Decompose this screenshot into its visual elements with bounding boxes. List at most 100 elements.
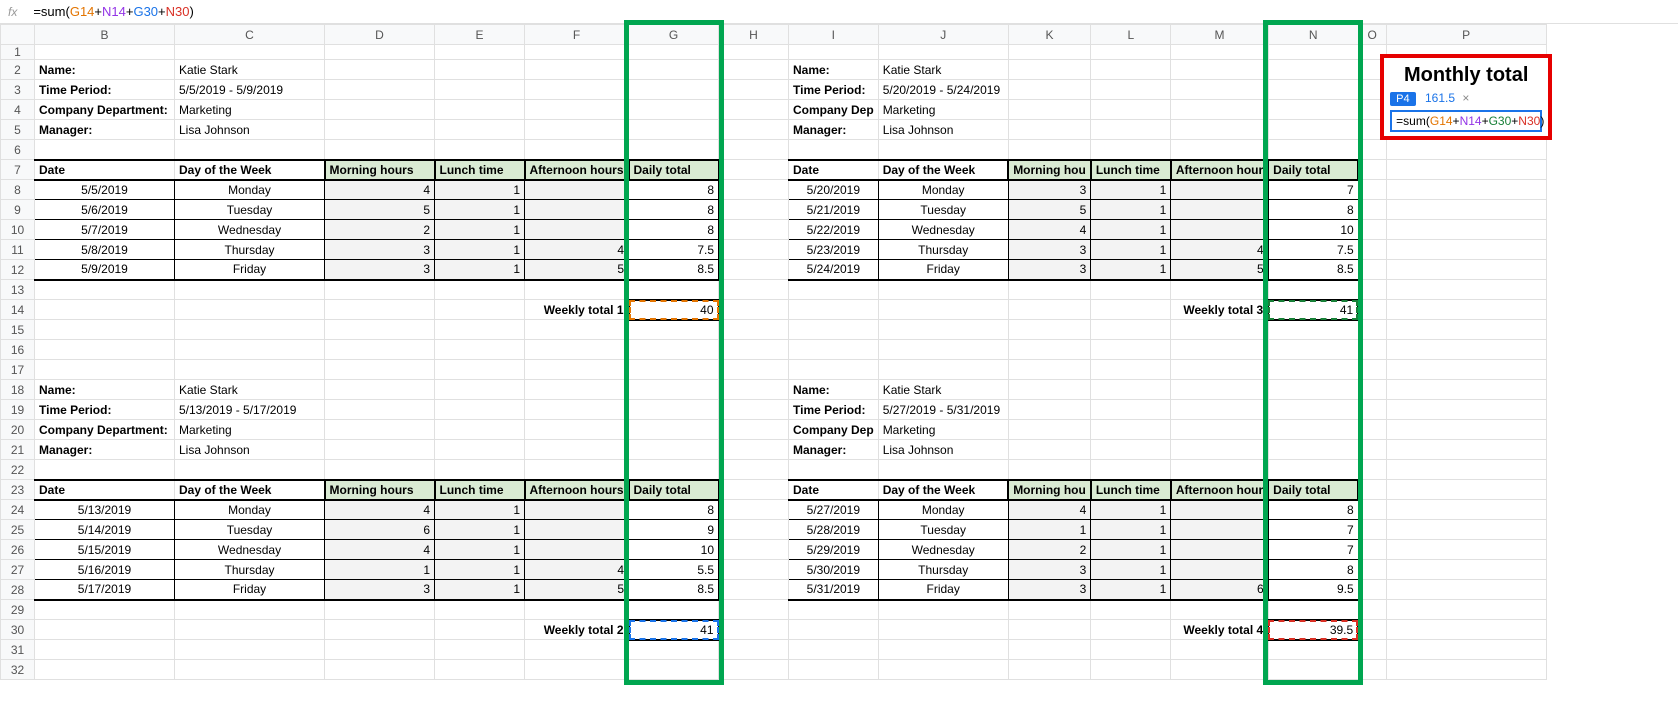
cell-H1[interactable] [719, 45, 789, 60]
cell-C5[interactable]: Lisa Johnson [175, 120, 325, 140]
cell-J12[interactable]: Friday [878, 260, 1008, 280]
cell-P10[interactable] [1386, 220, 1546, 240]
cell-L32[interactable] [1091, 660, 1171, 680]
row-header-10[interactable]: 10 [1, 220, 35, 240]
cell-C6[interactable] [175, 140, 325, 160]
cell-M11[interactable]: 4 [1171, 240, 1268, 260]
cell-H7[interactable] [719, 160, 789, 180]
cell-M14[interactable]: Weekly total 3 [1171, 300, 1268, 320]
cell-D22[interactable] [325, 460, 435, 480]
cell-N32[interactable] [1268, 660, 1358, 680]
cell-C9[interactable]: Tuesday [175, 200, 325, 220]
cell-P22[interactable] [1386, 460, 1546, 480]
cell-B20[interactable]: Company Department: [35, 420, 175, 440]
cell-J11[interactable]: Thursday [878, 240, 1008, 260]
cell-O25[interactable] [1358, 520, 1386, 540]
cell-P7[interactable] [1386, 160, 1546, 180]
cell-E16[interactable] [435, 340, 525, 360]
cell-P5[interactable] [1386, 120, 1546, 140]
cell-E6[interactable] [435, 140, 525, 160]
cell-G25[interactable]: 9 [629, 520, 719, 540]
cell-H13[interactable] [719, 280, 789, 300]
cell-H20[interactable] [719, 420, 789, 440]
cell-I32[interactable] [789, 660, 879, 680]
cell-C32[interactable] [175, 660, 325, 680]
cell-L1[interactable] [1091, 45, 1171, 60]
cell-P25[interactable] [1386, 520, 1546, 540]
row-header-9[interactable]: 9 [1, 200, 35, 220]
cell-K7[interactable]: Morning hou [1008, 160, 1091, 180]
cell-L12[interactable]: 1 [1091, 260, 1171, 280]
cell-F1[interactable] [525, 45, 629, 60]
cell-N22[interactable] [1268, 460, 1358, 480]
cell-J25[interactable]: Tuesday [878, 520, 1008, 540]
cell-O22[interactable] [1358, 460, 1386, 480]
cell-C16[interactable] [175, 340, 325, 360]
cell-C3[interactable]: 5/5/2019 - 5/9/2019 [175, 80, 325, 100]
cell-O15[interactable] [1358, 320, 1386, 340]
cell-J31[interactable] [878, 640, 1008, 660]
cell-P24[interactable] [1386, 500, 1546, 520]
cell-O21[interactable] [1358, 440, 1386, 460]
cell-N6[interactable] [1268, 140, 1358, 160]
cell-E28[interactable]: 1 [435, 580, 525, 600]
cell-C7[interactable]: Day of the Week [175, 160, 325, 180]
cell-I25[interactable]: 5/28/2019 [789, 520, 879, 540]
cell-E10[interactable]: 1 [435, 220, 525, 240]
cell-L3[interactable] [1091, 80, 1171, 100]
cell-O10[interactable] [1358, 220, 1386, 240]
cell-M15[interactable] [1171, 320, 1268, 340]
cell-M28[interactable]: 6 [1171, 580, 1268, 600]
cell-K29[interactable] [1008, 600, 1091, 620]
cell-N21[interactable] [1268, 440, 1358, 460]
formula-bar[interactable]: fx =sum(G14+N14+G30+N30) [0, 0, 1678, 24]
cell-C24[interactable]: Monday [175, 500, 325, 520]
cell-G24[interactable]: 8 [629, 500, 719, 520]
cell-B3[interactable]: Time Period: [35, 80, 175, 100]
cell-K20[interactable] [1008, 420, 1091, 440]
cell-H27[interactable] [719, 560, 789, 580]
cell-J26[interactable]: Wednesday [878, 540, 1008, 560]
cell-G26[interactable]: 10 [629, 540, 719, 560]
cell-I28[interactable]: 5/31/2019 [789, 580, 879, 600]
cell-E30[interactable] [435, 620, 525, 640]
cell-M25[interactable] [1171, 520, 1268, 540]
cell-H9[interactable] [719, 200, 789, 220]
cell-E1[interactable] [435, 45, 525, 60]
cell-J16[interactable] [878, 340, 1008, 360]
cell-O12[interactable] [1358, 260, 1386, 280]
cell-P17[interactable] [1386, 360, 1546, 380]
cell-N1[interactable] [1268, 45, 1358, 60]
cell-H4[interactable] [719, 100, 789, 120]
cell-J3[interactable]: 5/20/2019 - 5/24/2019 [878, 80, 1008, 100]
cell-C28[interactable]: Friday [175, 580, 325, 600]
row-header-20[interactable]: 20 [1, 420, 35, 440]
cell-J14[interactable] [878, 300, 1008, 320]
cell-G8[interactable]: 8 [629, 180, 719, 200]
cell-O5[interactable] [1358, 120, 1386, 140]
cell-N5[interactable] [1268, 120, 1358, 140]
cell-I31[interactable] [789, 640, 879, 660]
cell-G10[interactable]: 8 [629, 220, 719, 240]
cell-F28[interactable]: 5 [525, 580, 629, 600]
cell-I4[interactable]: Company Dep [789, 100, 879, 120]
cell-O9[interactable] [1358, 200, 1386, 220]
cell-N3[interactable] [1268, 80, 1358, 100]
cell-G4[interactable] [629, 100, 719, 120]
cell-N30[interactable]: 39.5 [1268, 620, 1358, 640]
row-header-11[interactable]: 11 [1, 240, 35, 260]
cell-N29[interactable] [1268, 600, 1358, 620]
cell-D9[interactable]: 5 [325, 200, 435, 220]
cell-N31[interactable] [1268, 640, 1358, 660]
cell-F22[interactable] [525, 460, 629, 480]
cell-K1[interactable] [1008, 45, 1091, 60]
cell-E9[interactable]: 1 [435, 200, 525, 220]
cell-E2[interactable] [435, 60, 525, 80]
cell-D21[interactable] [325, 440, 435, 460]
cell-F23[interactable]: Afternoon hours [525, 480, 629, 500]
col-header-K[interactable]: K [1008, 25, 1091, 45]
cell-E27[interactable]: 1 [435, 560, 525, 580]
cell-K19[interactable] [1008, 400, 1091, 420]
cell-I19[interactable]: Time Period: [789, 400, 879, 420]
cell-L26[interactable]: 1 [1091, 540, 1171, 560]
